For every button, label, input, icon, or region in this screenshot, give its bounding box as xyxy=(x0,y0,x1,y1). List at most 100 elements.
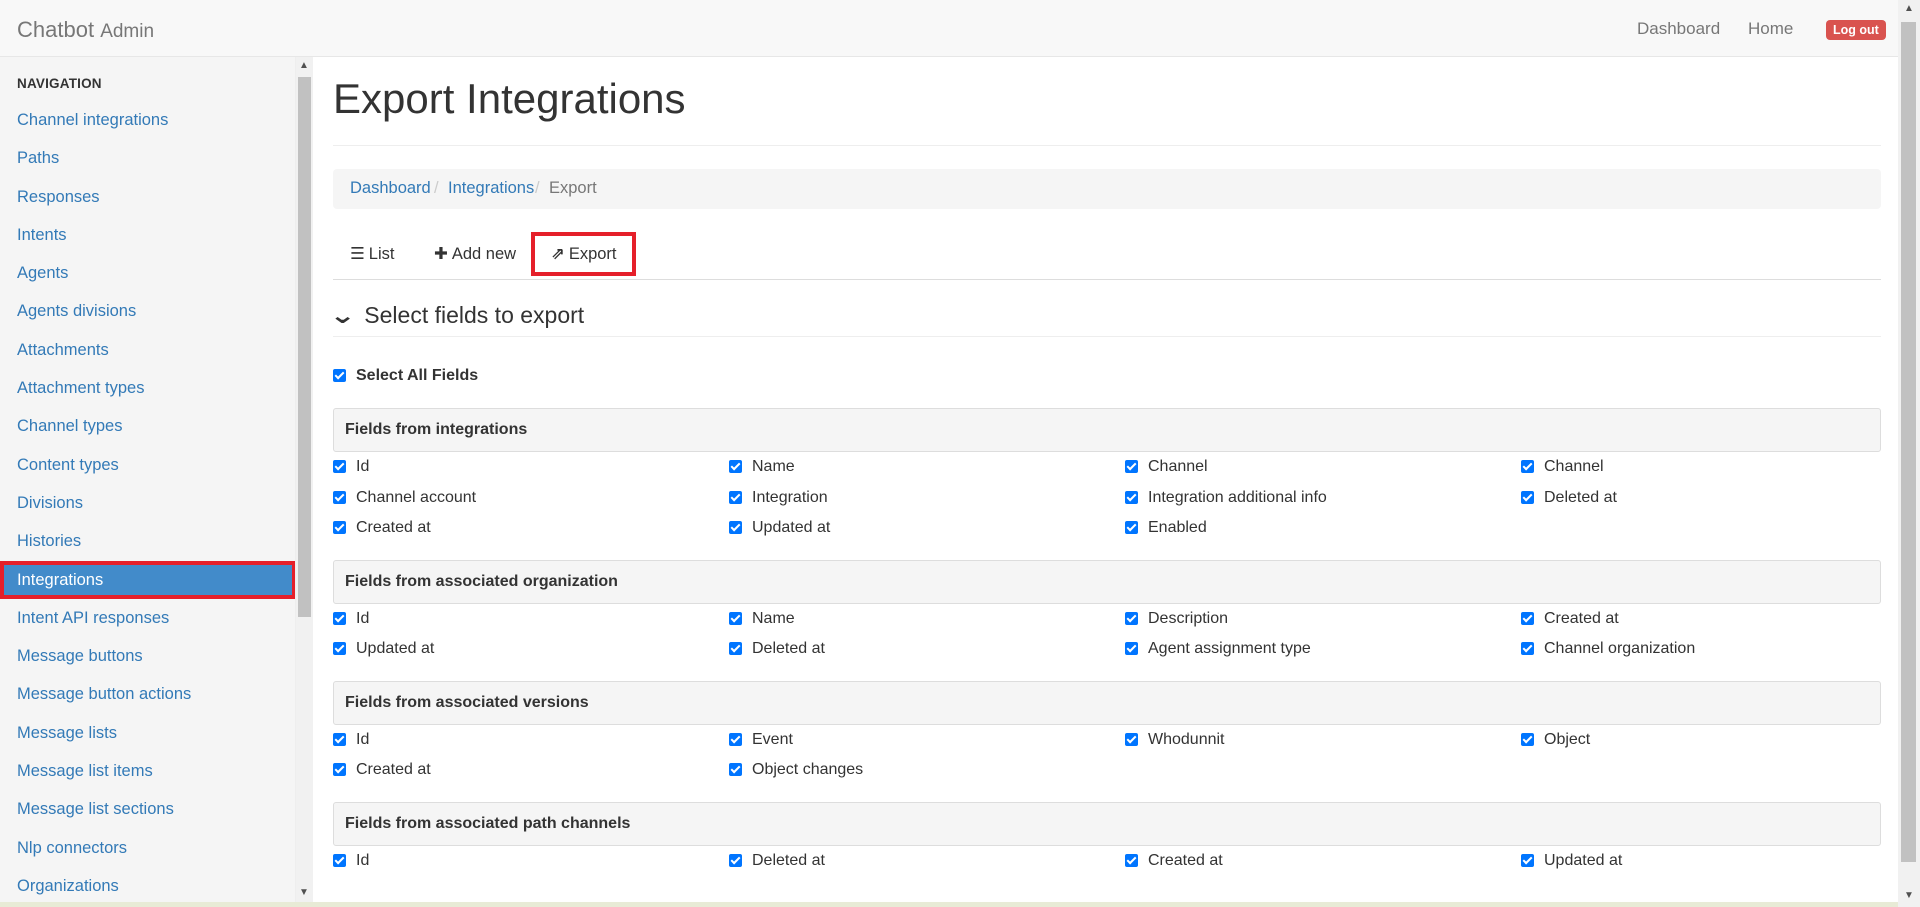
tab-list[interactable]: ☰ List xyxy=(350,232,394,276)
field-checkbox-item[interactable]: Updated at xyxy=(1521,852,1622,870)
sidebar-item-channel-types[interactable]: Channel types xyxy=(0,407,295,445)
checkbox[interactable] xyxy=(333,460,346,473)
field-checkbox-item[interactable]: Object changes xyxy=(729,761,863,779)
nav-home-link[interactable]: Home xyxy=(1748,19,1793,39)
sidebar-item-message-buttons[interactable]: Message buttons xyxy=(0,637,295,675)
checkbox[interactable] xyxy=(729,853,742,867)
field-checkbox-item[interactable]: Name xyxy=(729,610,795,628)
sidebar-item-attachment-types[interactable]: Attachment types xyxy=(0,369,295,407)
field-checkbox-item[interactable]: Updated at xyxy=(333,640,434,658)
checkbox[interactable] xyxy=(333,853,346,867)
field-checkbox-item[interactable]: Created at xyxy=(1125,852,1223,870)
tab-add-new[interactable]: ✚ Add new xyxy=(434,232,516,276)
sidebar-item-channel-integrations[interactable]: Channel integrations xyxy=(0,101,295,139)
field-checkbox-item[interactable]: Channel account xyxy=(333,489,476,507)
sidebar-item-attachments[interactable]: Attachments xyxy=(0,331,295,369)
checkbox[interactable] xyxy=(333,763,346,776)
sidebar-item-agents[interactable]: Agents xyxy=(0,254,295,292)
field-checkbox-item[interactable]: Enabled xyxy=(1125,519,1207,537)
checkbox[interactable] xyxy=(1521,732,1534,746)
logout-button[interactable]: Log out xyxy=(1826,20,1886,40)
checkbox[interactable] xyxy=(333,490,346,504)
checkbox[interactable] xyxy=(729,490,742,504)
sidebar-item-content-types[interactable]: Content types xyxy=(0,446,295,484)
breadcrumb-dashboard[interactable]: Dashboard xyxy=(350,179,431,198)
checkbox[interactable] xyxy=(1125,853,1138,867)
sidebar-item-message-list-sections[interactable]: Message list sections xyxy=(0,790,295,828)
field-checkbox-item[interactable]: Created at xyxy=(1521,610,1619,628)
checkbox[interactable] xyxy=(729,460,742,473)
checkbox[interactable] xyxy=(1125,642,1138,655)
sidebar-item-intents[interactable]: Intents xyxy=(0,216,295,254)
brand[interactable]: Chatbot Admin xyxy=(17,17,154,43)
breadcrumb-integrations[interactable]: Integrations xyxy=(448,179,534,198)
checkbox[interactable] xyxy=(1125,611,1138,625)
checkbox[interactable] xyxy=(729,732,742,746)
checkbox[interactable] xyxy=(1521,853,1534,867)
field-checkbox-item[interactable]: Id xyxy=(333,458,369,476)
sidebar-item-nlp-connectors[interactable]: Nlp connectors xyxy=(0,829,295,867)
sidebar-item-message-list-items[interactable]: Message list items xyxy=(0,752,295,790)
scroll-up-icon[interactable]: ▲ xyxy=(1904,3,1914,14)
field-checkbox-item[interactable]: Updated at xyxy=(729,519,830,537)
checkbox[interactable] xyxy=(333,369,346,382)
field-checkbox-item[interactable]: Channel xyxy=(1125,458,1208,476)
checkbox[interactable] xyxy=(333,521,346,534)
field-checkbox-item[interactable]: Name xyxy=(729,458,795,476)
section-toggle[interactable]: ⌄ Select fields to export xyxy=(329,302,585,329)
field-checkbox-item[interactable]: Deleted at xyxy=(729,852,825,870)
field-checkbox-item[interactable]: Id xyxy=(333,731,369,749)
checkbox[interactable] xyxy=(1521,642,1534,655)
field-checkbox-item[interactable]: Object xyxy=(1521,731,1590,749)
nav-dashboard-link[interactable]: Dashboard xyxy=(1637,19,1720,39)
checkbox[interactable] xyxy=(1521,460,1534,473)
checkbox[interactable] xyxy=(1521,611,1534,625)
scroll-up-icon[interactable]: ▲ xyxy=(299,60,309,71)
checkbox[interactable] xyxy=(333,732,346,746)
checkbox[interactable] xyxy=(729,763,742,776)
select-all-checkbox[interactable]: Select All Fields xyxy=(333,367,478,385)
sidebar-item-message-button-actions[interactable]: Message button actions xyxy=(0,675,295,713)
checkbox[interactable] xyxy=(1125,460,1138,473)
checkbox[interactable] xyxy=(729,611,742,625)
tab-export[interactable]: ⇗ Export xyxy=(531,232,636,276)
sidebar-scrollbar[interactable]: ▲ ▼ xyxy=(296,57,313,907)
field-checkbox-item[interactable]: Id xyxy=(333,852,369,870)
scroll-down-icon[interactable]: ▼ xyxy=(299,887,309,898)
sidebar-item-organizations[interactable]: Organizations xyxy=(0,867,295,905)
page-scroll-thumb[interactable] xyxy=(1901,22,1916,862)
field-checkbox-item[interactable]: Integration xyxy=(729,489,828,507)
sidebar-scroll-thumb[interactable] xyxy=(298,77,311,617)
checkbox[interactable] xyxy=(1521,490,1534,504)
field-checkbox-item[interactable]: Id xyxy=(333,610,369,628)
field-checkbox-item[interactable]: Channel organization xyxy=(1521,640,1695,658)
sidebar-item-intent-api-responses[interactable]: Intent API responses xyxy=(0,599,295,637)
field-checkbox-item[interactable]: Deleted at xyxy=(1521,489,1617,507)
field-checkbox-item[interactable]: Description xyxy=(1125,610,1228,628)
sidebar-item-divisions[interactable]: Divisions xyxy=(0,484,295,522)
checkbox[interactable] xyxy=(333,611,346,625)
checkbox[interactable] xyxy=(1125,732,1138,746)
scroll-down-icon[interactable]: ▼ xyxy=(1904,890,1914,901)
checkbox[interactable] xyxy=(1125,521,1138,534)
checkbox[interactable] xyxy=(333,642,346,655)
field-checkbox-item[interactable]: Agent assignment type xyxy=(1125,640,1311,658)
field-checkbox-item[interactable]: Integration additional info xyxy=(1125,489,1327,507)
sidebar-item-integrations[interactable]: Integrations xyxy=(0,560,295,599)
field-checkbox-item[interactable]: Channel xyxy=(1521,458,1604,476)
sidebar-item-responses[interactable]: Responses xyxy=(0,178,295,216)
sidebar-item-histories[interactable]: Histories xyxy=(0,522,295,560)
field-checkbox-item[interactable]: Event xyxy=(729,731,793,749)
checkbox[interactable] xyxy=(729,521,742,534)
field-checkbox-item[interactable]: Created at xyxy=(333,761,431,779)
page-scrollbar[interactable]: ▲ ▼ xyxy=(1898,0,1920,907)
field-checkbox-item[interactable]: Deleted at xyxy=(729,640,825,658)
sidebar-item-agents-divisions[interactable]: Agents divisions xyxy=(0,292,295,330)
field-checkbox-item[interactable]: Whodunnit xyxy=(1125,731,1225,749)
sidebar-item-message-lists[interactable]: Message lists xyxy=(0,714,295,752)
checkbox[interactable] xyxy=(1125,490,1138,504)
section-title: Select fields to export xyxy=(364,302,585,328)
sidebar-item-paths[interactable]: Paths xyxy=(0,139,295,177)
field-checkbox-item[interactable]: Created at xyxy=(333,519,431,537)
checkbox[interactable] xyxy=(729,642,742,655)
